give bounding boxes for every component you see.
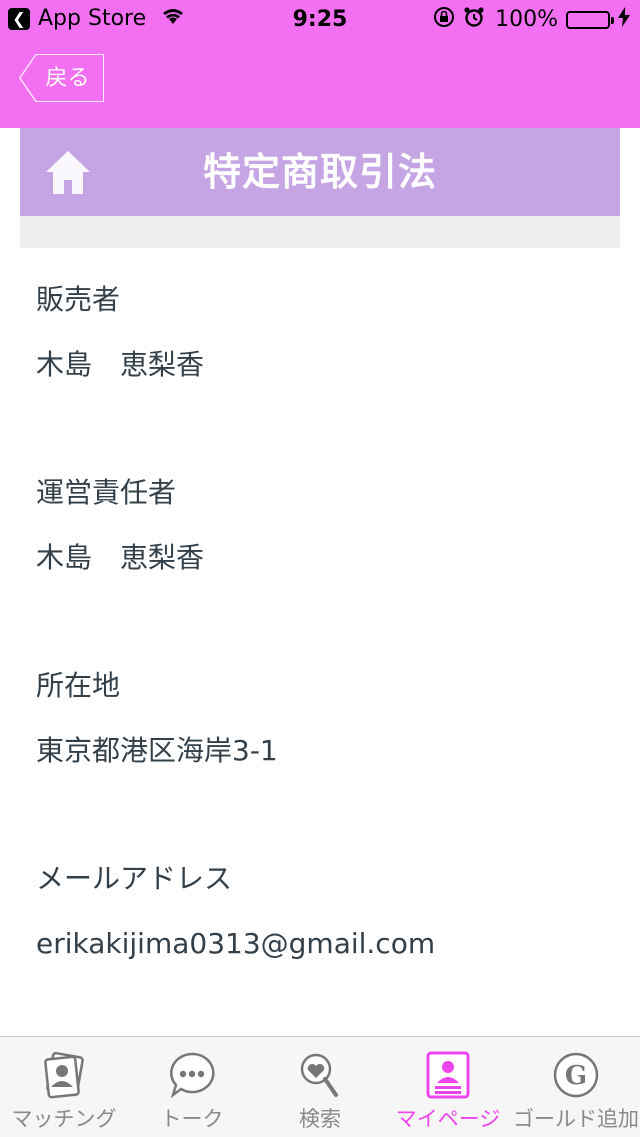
back-button[interactable]: 戻る: [20, 54, 104, 102]
mypage-icon: [426, 1051, 470, 1099]
address-value: 東京都港区海岸3-1: [36, 734, 278, 767]
tab-matching-label: マッチング: [11, 1107, 117, 1131]
info-content: 販売者 木島 恵梨香 運営責任者 木島 恵梨香 所在地 東京都港区海岸3-1 メ…: [36, 270, 616, 1042]
title-band: 特定商取引法: [20, 128, 620, 216]
page-title: 特定商取引法: [202, 150, 437, 194]
tab-search[interactable]: 検索: [256, 1037, 384, 1137]
gold-icon: G: [553, 1052, 599, 1098]
matching-icon: [44, 1051, 84, 1099]
tab-talk[interactable]: トーク: [128, 1037, 256, 1137]
tab-matching[interactable]: マッチング: [0, 1037, 128, 1137]
seller-section: 販売者 木島 恵梨香: [36, 270, 616, 463]
seller-value: 木島 恵梨香: [36, 348, 205, 381]
tab-gold[interactable]: G ゴールド追加: [512, 1037, 640, 1137]
battery-percent: 100%: [495, 7, 558, 32]
tab-bar: マッチング トーク 検索 マイページ G ゴールド追加: [0, 1036, 640, 1137]
manager-value: 木島 恵梨香: [36, 541, 205, 574]
tab-talk-label: トーク: [160, 1107, 224, 1131]
status-bar: ❮ App Store 9:25 100%: [0, 0, 640, 40]
charging-icon: [618, 7, 630, 32]
tab-search-label: 検索: [299, 1107, 341, 1131]
tab-gold-label: ゴールド追加: [513, 1107, 639, 1131]
battery-icon: [566, 10, 614, 29]
address-label: 所在地: [36, 669, 121, 702]
alarm-icon: [463, 6, 485, 33]
address-section: 所在地 東京都港区海岸3-1: [36, 656, 616, 849]
tab-mypage-label: マイページ: [395, 1107, 501, 1131]
divider-strip: [20, 216, 620, 248]
search-icon: [300, 1053, 338, 1097]
talk-icon: [170, 1052, 215, 1099]
tab-mypage[interactable]: マイページ: [384, 1037, 512, 1137]
seller-label: 販売者: [36, 283, 121, 316]
manager-section: 運営責任者 木島 恵梨香: [36, 463, 616, 656]
email-value: erikakijima0313@gmail.com: [36, 927, 436, 960]
manager-label: 運営責任者: [36, 476, 177, 509]
email-label: メールアドレス: [36, 862, 233, 895]
svg-text:G: G: [565, 1061, 587, 1091]
rotation-lock-icon: [433, 6, 455, 33]
top-bar: ❮ App Store 9:25 100% 戻る: [0, 0, 640, 128]
email-section: メールアドレス erikakijima0313@gmail.com: [36, 849, 616, 1042]
